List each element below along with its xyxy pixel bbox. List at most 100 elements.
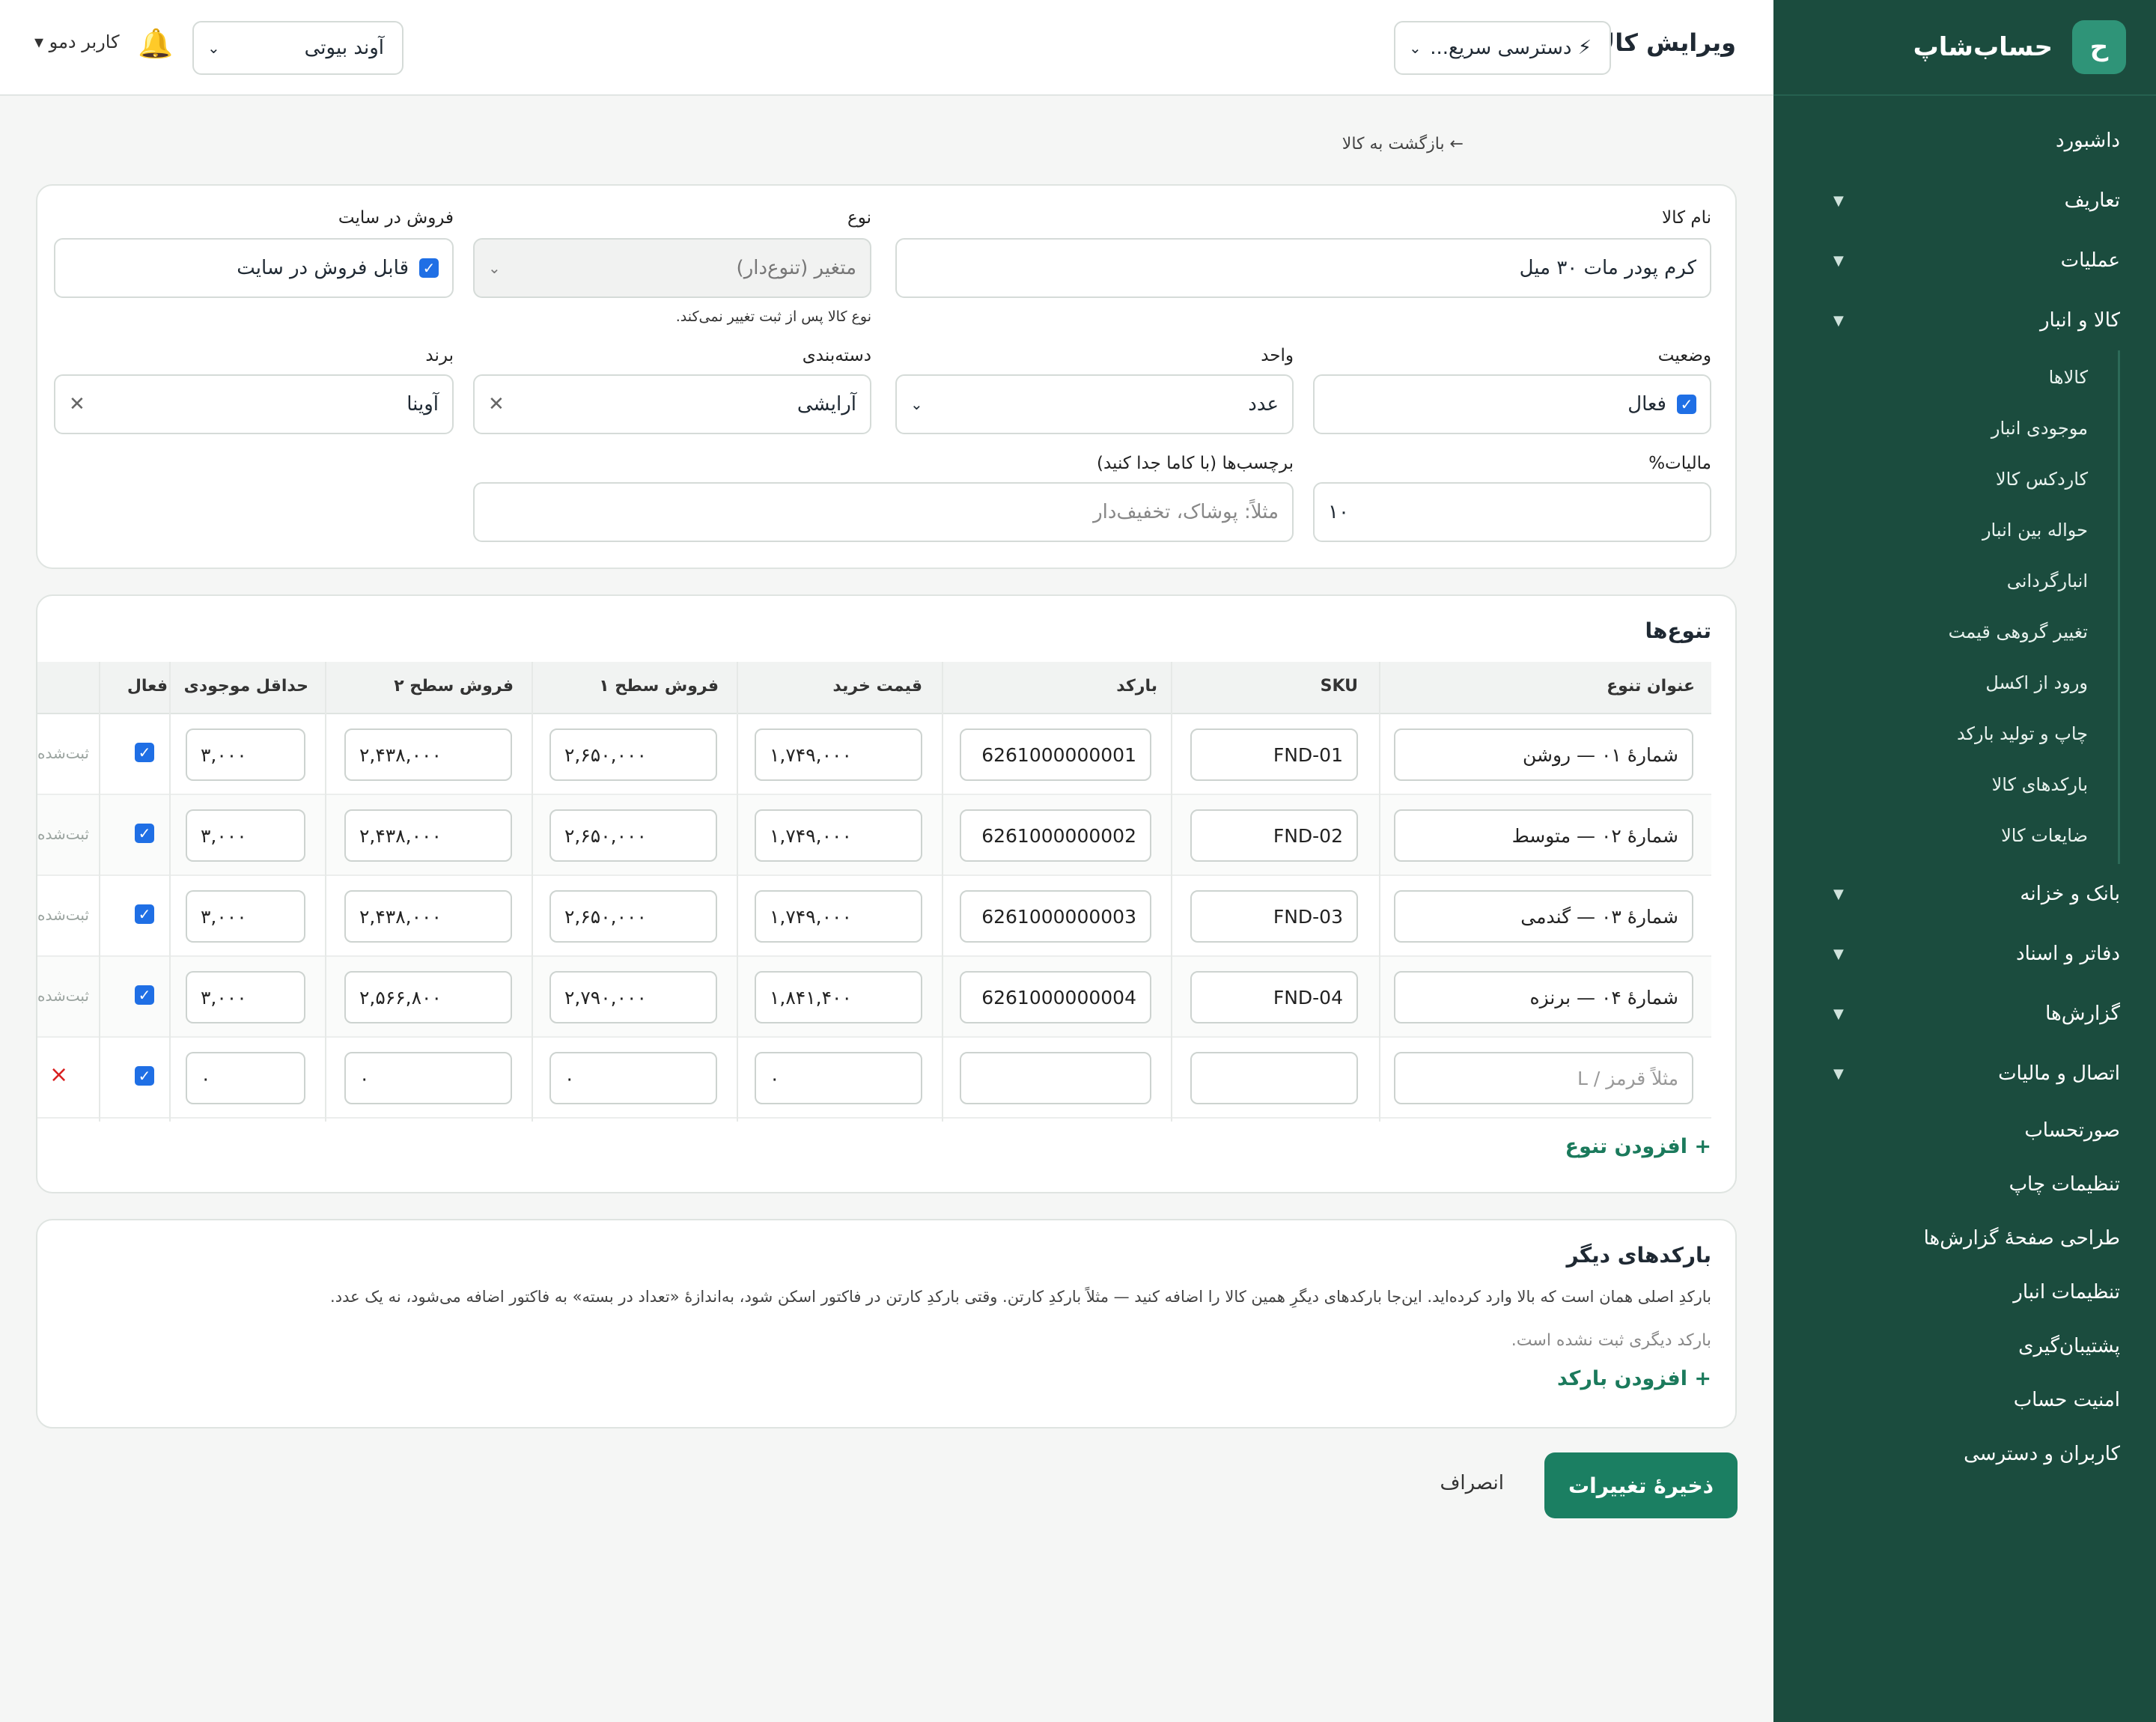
sidebar-item-bank[interactable]: بانک و خزانه ▼ <box>1773 864 2156 924</box>
sidebar-item-definitions[interactable]: تعاریف ▼ <box>1773 171 2156 231</box>
sidebar-subitem-excel-import[interactable]: ورود از اکسل <box>1773 657 2118 708</box>
tax-label: مالیات% <box>1648 454 1711 473</box>
variant-title-input[interactable]: شمارهٔ ۰۲ — متوسط <box>1394 809 1693 862</box>
variant-sku-input[interactable] <box>1190 1052 1358 1104</box>
checkbox-checked-icon[interactable]: ✓ <box>135 1066 154 1086</box>
variant-sell2-input[interactable]: ۲,۴۳۸,۰۰۰ <box>344 728 512 781</box>
back-link[interactable]: ← بازگشت به کالا <box>1342 135 1464 153</box>
category-select[interactable]: آرایشی ✕ <box>473 374 871 434</box>
sidebar-item-ledgers[interactable]: دفاتر و اسناد ▼ <box>1773 924 2156 984</box>
bell-icon[interactable]: 🔔 <box>138 27 173 61</box>
variant-min-input[interactable]: ۳,۰۰۰ <box>186 809 305 862</box>
type-select[interactable]: متغیر (تنوع‌دار) ⌄ <box>473 238 871 298</box>
variant-barcode-input[interactable]: 6261000000001 <box>960 728 1151 781</box>
variant-sell1-input[interactable]: ۲,۶۵۰,۰۰۰ <box>549 728 717 781</box>
cancel-button[interactable]: انصراف <box>1440 1472 1504 1494</box>
sidebar-subitem-products[interactable]: کالاها <box>1773 352 2118 403</box>
column-divider <box>1379 662 1380 1122</box>
variant-sell2-input[interactable]: ۰ <box>344 1052 512 1104</box>
variant-sku-input[interactable]: FND-02 <box>1190 809 1358 862</box>
checkbox-checked-icon[interactable]: ✓ <box>135 743 154 762</box>
checkbox-checked-icon[interactable]: ✓ <box>1677 395 1696 414</box>
clear-icon[interactable]: ✕ <box>69 393 85 416</box>
online-sale-label: فروش در سایت <box>338 208 454 228</box>
checkbox-checked-icon[interactable]: ✓ <box>135 824 154 843</box>
sidebar-item-dashboard[interactable]: داشبورد <box>1773 111 2156 171</box>
variant-buy-input[interactable]: ۱,۷۴۹,۰۰۰ <box>755 890 922 943</box>
table-row-new: مثلاً قرمز / L ۰ ۰ ۰ ۰ ✓ × <box>37 1038 1711 1119</box>
variant-sell2-input[interactable]: ۲,۴۳۸,۰۰۰ <box>344 890 512 943</box>
variant-min-input[interactable]: ۳,۰۰۰ <box>186 971 305 1023</box>
sidebar-item-print-settings[interactable]: تنظیمات چاپ <box>1773 1157 2156 1211</box>
online-sale-field[interactable]: ✓ قابل فروش در سایت <box>54 238 454 298</box>
variant-buy-input[interactable]: ۱,۸۴۱,۴۰۰ <box>755 971 922 1023</box>
name-input[interactable]: کرم پودر مات ۳۰ میل <box>895 238 1711 298</box>
barcodes-title: بارکدهای دیگر <box>1566 1243 1711 1268</box>
sidebar-item-operations[interactable]: عملیات ▼ <box>1773 231 2156 290</box>
variant-sell2-input[interactable]: ۲,۴۳۸,۰۰۰ <box>344 809 512 862</box>
sidebar-item-inventory[interactable]: کالا و انبار ▼ <box>1773 290 2156 350</box>
delete-row-icon[interactable]: × <box>49 1062 68 1088</box>
variant-sell1-input[interactable]: ۲,۶۵۰,۰۰۰ <box>549 809 717 862</box>
variant-sku-input[interactable]: FND-04 <box>1190 971 1358 1023</box>
sidebar-item-warehouse-settings[interactable]: تنظیمات انبار <box>1773 1265 2156 1319</box>
sidebar-item-security[interactable]: امنیت حساب <box>1773 1373 2156 1427</box>
add-variant-button[interactable]: + افزودن تنوع <box>1565 1135 1711 1158</box>
add-barcode-button[interactable]: + افزودن بارکد <box>1557 1367 1711 1390</box>
sidebar-subitem-waste[interactable]: ضایعات کالا <box>1773 810 2118 861</box>
checkbox-checked-icon[interactable]: ✓ <box>135 904 154 924</box>
column-divider <box>325 662 326 1122</box>
store-label: آوند بیوتی <box>304 37 384 59</box>
user-menu[interactable]: کاربر دمو ▾ <box>34 31 120 52</box>
chevron-down-icon: ⌄ <box>910 395 923 413</box>
sidebar-item-billing[interactable]: صورتحساب <box>1773 1104 2156 1157</box>
sidebar-subitem-kardex[interactable]: کاردکس کالا <box>1773 454 2118 505</box>
tags-input[interactable]: مثلاً: پوشاک، تخفیف‌دار <box>473 482 1294 542</box>
variant-sku-input[interactable]: FND-03 <box>1190 890 1358 943</box>
sidebar-item-reports[interactable]: گزارش‌ها ▼ <box>1773 984 2156 1044</box>
variant-title-input[interactable]: مثلاً قرمز / L <box>1394 1052 1693 1104</box>
clear-icon[interactable]: ✕ <box>488 393 505 416</box>
variant-title-input[interactable]: شمارهٔ ۰۱ — روشن <box>1394 728 1693 781</box>
variant-buy-input[interactable]: ۱,۷۴۹,۰۰۰ <box>755 728 922 781</box>
variant-sell1-input[interactable]: ۲,۶۵۰,۰۰۰ <box>549 890 717 943</box>
sidebar-subitem-stocktake[interactable]: انبارگردانی <box>1773 556 2118 606</box>
variant-barcode-input[interactable] <box>960 1052 1151 1104</box>
variant-sku-input[interactable]: FND-01 <box>1190 728 1358 781</box>
variant-min-input[interactable]: ۳,۰۰۰ <box>186 890 305 943</box>
variant-sell1-input[interactable]: ۰ <box>549 1052 717 1104</box>
sidebar-subitem-stock[interactable]: موجودی انبار <box>1773 403 2118 454</box>
brand[interactable]: ح حساب‌شاپ <box>1773 0 2156 96</box>
store-select[interactable]: آوند بیوتی ⌄ <box>192 21 404 75</box>
status-field[interactable]: ✓ فعال <box>1313 374 1711 434</box>
sidebar-subitem-barcode-print[interactable]: چاپ و تولید بارکد <box>1773 708 2118 759</box>
variant-min-input[interactable]: ۰ <box>186 1052 305 1104</box>
checkbox-checked-icon[interactable]: ✓ <box>419 258 439 278</box>
variant-sell2-input[interactable]: ۲,۵۶۶,۸۰۰ <box>344 971 512 1023</box>
brand-select[interactable]: آوینا ✕ <box>54 374 454 434</box>
sidebar-subitem-transfer[interactable]: حواله بین انبار <box>1773 505 2118 556</box>
checkbox-checked-icon[interactable]: ✓ <box>135 985 154 1005</box>
variant-sell1-input[interactable]: ۲,۷۹۰,۰۰۰ <box>549 971 717 1023</box>
sidebar-item-report-designer[interactable]: طراحی صفحهٔ گزارش‌ها <box>1773 1211 2156 1265</box>
save-button[interactable]: ذخیرهٔ تغییرات <box>1544 1452 1738 1518</box>
variant-barcode-input[interactable]: 6261000000004 <box>960 971 1151 1023</box>
sidebar-item-backup[interactable]: پشتیبان‌گیری <box>1773 1319 2156 1373</box>
variant-title-input[interactable]: شمارهٔ ۰۴ — برنزه <box>1394 971 1693 1023</box>
quick-access-select[interactable]: ⚡ دسترسی سریع... ⌄ <box>1394 21 1611 75</box>
chevron-down-icon: ▼ <box>1833 1065 1844 1082</box>
variant-barcode-input[interactable]: 6261000000002 <box>960 809 1151 862</box>
variant-buy-input[interactable]: ۰ <box>755 1052 922 1104</box>
barcodes-card: بارکدهای دیگر بارکدِ اصلی همان است که با… <box>36 1219 1737 1429</box>
tax-input[interactable]: ۱۰ <box>1313 482 1711 542</box>
sidebar-item-users[interactable]: کاربران و دسترسی <box>1773 1427 2156 1481</box>
unit-select[interactable]: عدد ⌄ <box>895 374 1294 434</box>
variant-buy-input[interactable]: ۱,۷۴۹,۰۰۰ <box>755 809 922 862</box>
sidebar-subitem-barcodes[interactable]: بارکدهای کالا <box>1773 759 2118 810</box>
variant-min-input[interactable]: ۳,۰۰۰ <box>186 728 305 781</box>
variant-title-input[interactable]: شمارهٔ ۰۳ — گندمی <box>1394 890 1693 943</box>
page-title: ویرایش کالا <box>1597 28 1736 57</box>
variant-barcode-input[interactable]: 6261000000003 <box>960 890 1151 943</box>
sidebar-subitem-bulk-price[interactable]: تغییر گروهی قیمت <box>1773 606 2118 657</box>
sidebar-item-tax[interactable]: اتصال و مالیات ▼ <box>1773 1044 2156 1104</box>
